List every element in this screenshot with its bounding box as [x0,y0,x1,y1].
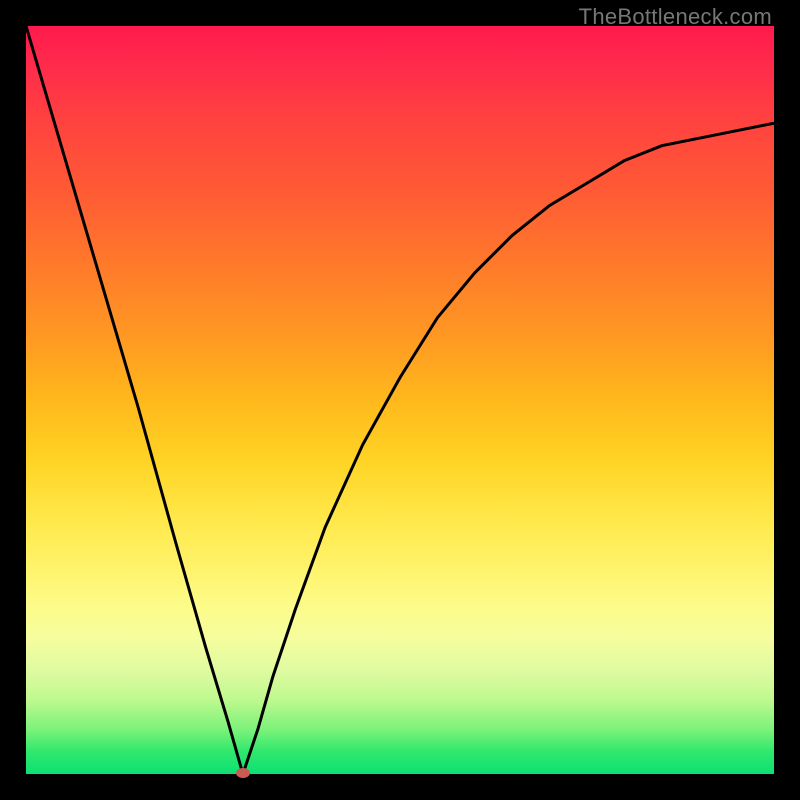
watermark-text: TheBottleneck.com [579,4,772,30]
optimum-marker [236,768,250,778]
chart-frame: TheBottleneck.com [0,0,800,800]
curve-path [26,26,774,774]
bottleneck-curve [26,26,774,774]
